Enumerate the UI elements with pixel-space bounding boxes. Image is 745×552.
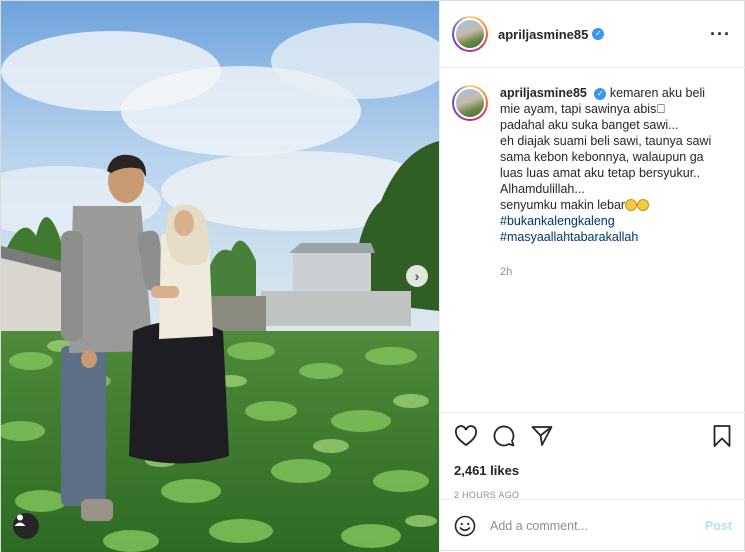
likes-count[interactable]: 2,461 likes	[454, 463, 732, 478]
verified-badge-icon: ✓	[594, 88, 607, 100]
caption-text: apriljasmine85 ✓ kemaren aku beli mie ay…	[500, 85, 711, 245]
grin-emoji-icon	[625, 199, 638, 211]
next-photo-button[interactable]: ›	[406, 265, 428, 287]
emoji-picker-icon[interactable]	[454, 515, 476, 537]
caption-time[interactable]: 2h	[500, 266, 512, 278]
caption-line: senyumku makin lebar	[500, 198, 626, 212]
bookmark-icon[interactable]	[712, 424, 732, 448]
header-username[interactable]: apriljasmine85	[498, 27, 588, 42]
comment-input[interactable]	[490, 519, 705, 533]
hashtag-link[interactable]: #bukankalengkaleng	[500, 214, 615, 228]
caption-line: luas luas amat aku tetap bersyukur..	[500, 166, 701, 180]
photo-illustration	[1, 1, 439, 552]
caption-line: padahal aku suka banget sawi...	[500, 118, 679, 132]
share-icon[interactable]	[530, 424, 554, 448]
post-photo[interactable]: ›	[1, 1, 439, 552]
caption-line: Alhamdulillah...	[500, 182, 585, 196]
post-header: apriljasmine85 ✓ ···	[440, 1, 745, 68]
post-comment-button[interactable]: Post	[705, 519, 732, 533]
caption-avatar[interactable]	[452, 85, 488, 121]
comment-bar: Post	[440, 499, 745, 552]
caption-line: sama kebon kebonnya, walaupun ga	[500, 150, 704, 164]
caption: apriljasmine85 ✓ kemaren aku beli mie ay…	[452, 85, 733, 245]
tagged-users-button[interactable]	[13, 513, 39, 539]
chevron-right-icon: ›	[414, 268, 420, 284]
avatar[interactable]	[452, 16, 488, 52]
hug-emoji-icon	[637, 199, 650, 211]
hashtag-link[interactable]: #masyaallahtabarakallah	[500, 230, 638, 244]
comment-icon[interactable]	[492, 424, 516, 448]
post-side-panel: apriljasmine85 ✓ ··· apriljasmine85 ✓ ke…	[439, 1, 745, 552]
post-actions: 2,461 likes 2 HOURS AGO	[440, 412, 745, 500]
caption-line: mie ayam, tapi sawinya abis 	[500, 102, 666, 116]
more-icon[interactable]: ···	[710, 24, 731, 45]
verified-badge-icon: ✓	[592, 28, 605, 40]
instagram-post: › apriljasmine85 ✓ ··· apriljasmine85 ✓ …	[0, 0, 745, 552]
user-icon	[14, 514, 26, 526]
caption-username[interactable]: apriljasmine85	[500, 86, 587, 100]
caption-line: eh diajak suami beli sawi, taunya sawi	[500, 134, 712, 148]
action-icons	[454, 423, 732, 449]
caption-line: kemaren aku beli	[609, 86, 706, 100]
heart-icon[interactable]	[454, 425, 478, 447]
